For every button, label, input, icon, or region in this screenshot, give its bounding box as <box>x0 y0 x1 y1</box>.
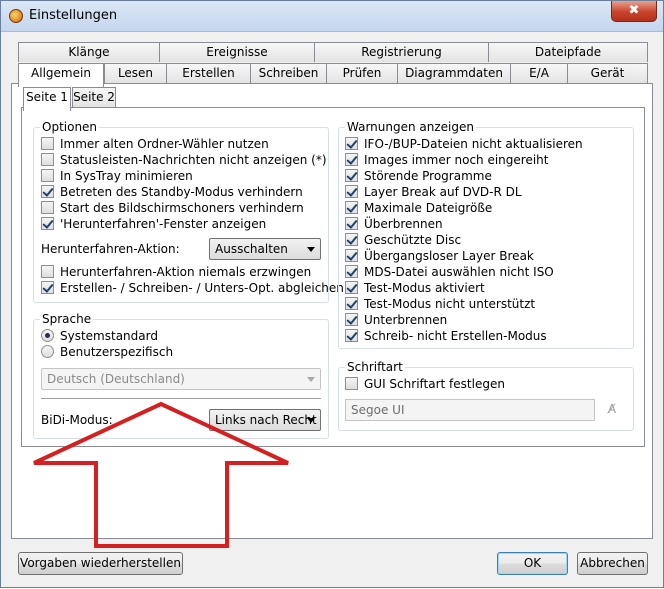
subtab-seite-1[interactable]: Seite 1 <box>23 87 71 111</box>
settings-window: Einstellungen ✖ Klänge Ereignisse Regist… <box>0 0 664 588</box>
ok-button[interactable]: OK <box>497 552 568 575</box>
restore-defaults-button[interactable]: Vorgaben wiederherstellen <box>18 552 183 575</box>
annotation-arrow-icon <box>33 401 289 548</box>
cancel-button[interactable]: Abbrechen <box>577 552 648 575</box>
tab-allgemein[interactable]: Allgemein <box>18 63 104 87</box>
annotation-arrow-shape <box>33 401 289 548</box>
